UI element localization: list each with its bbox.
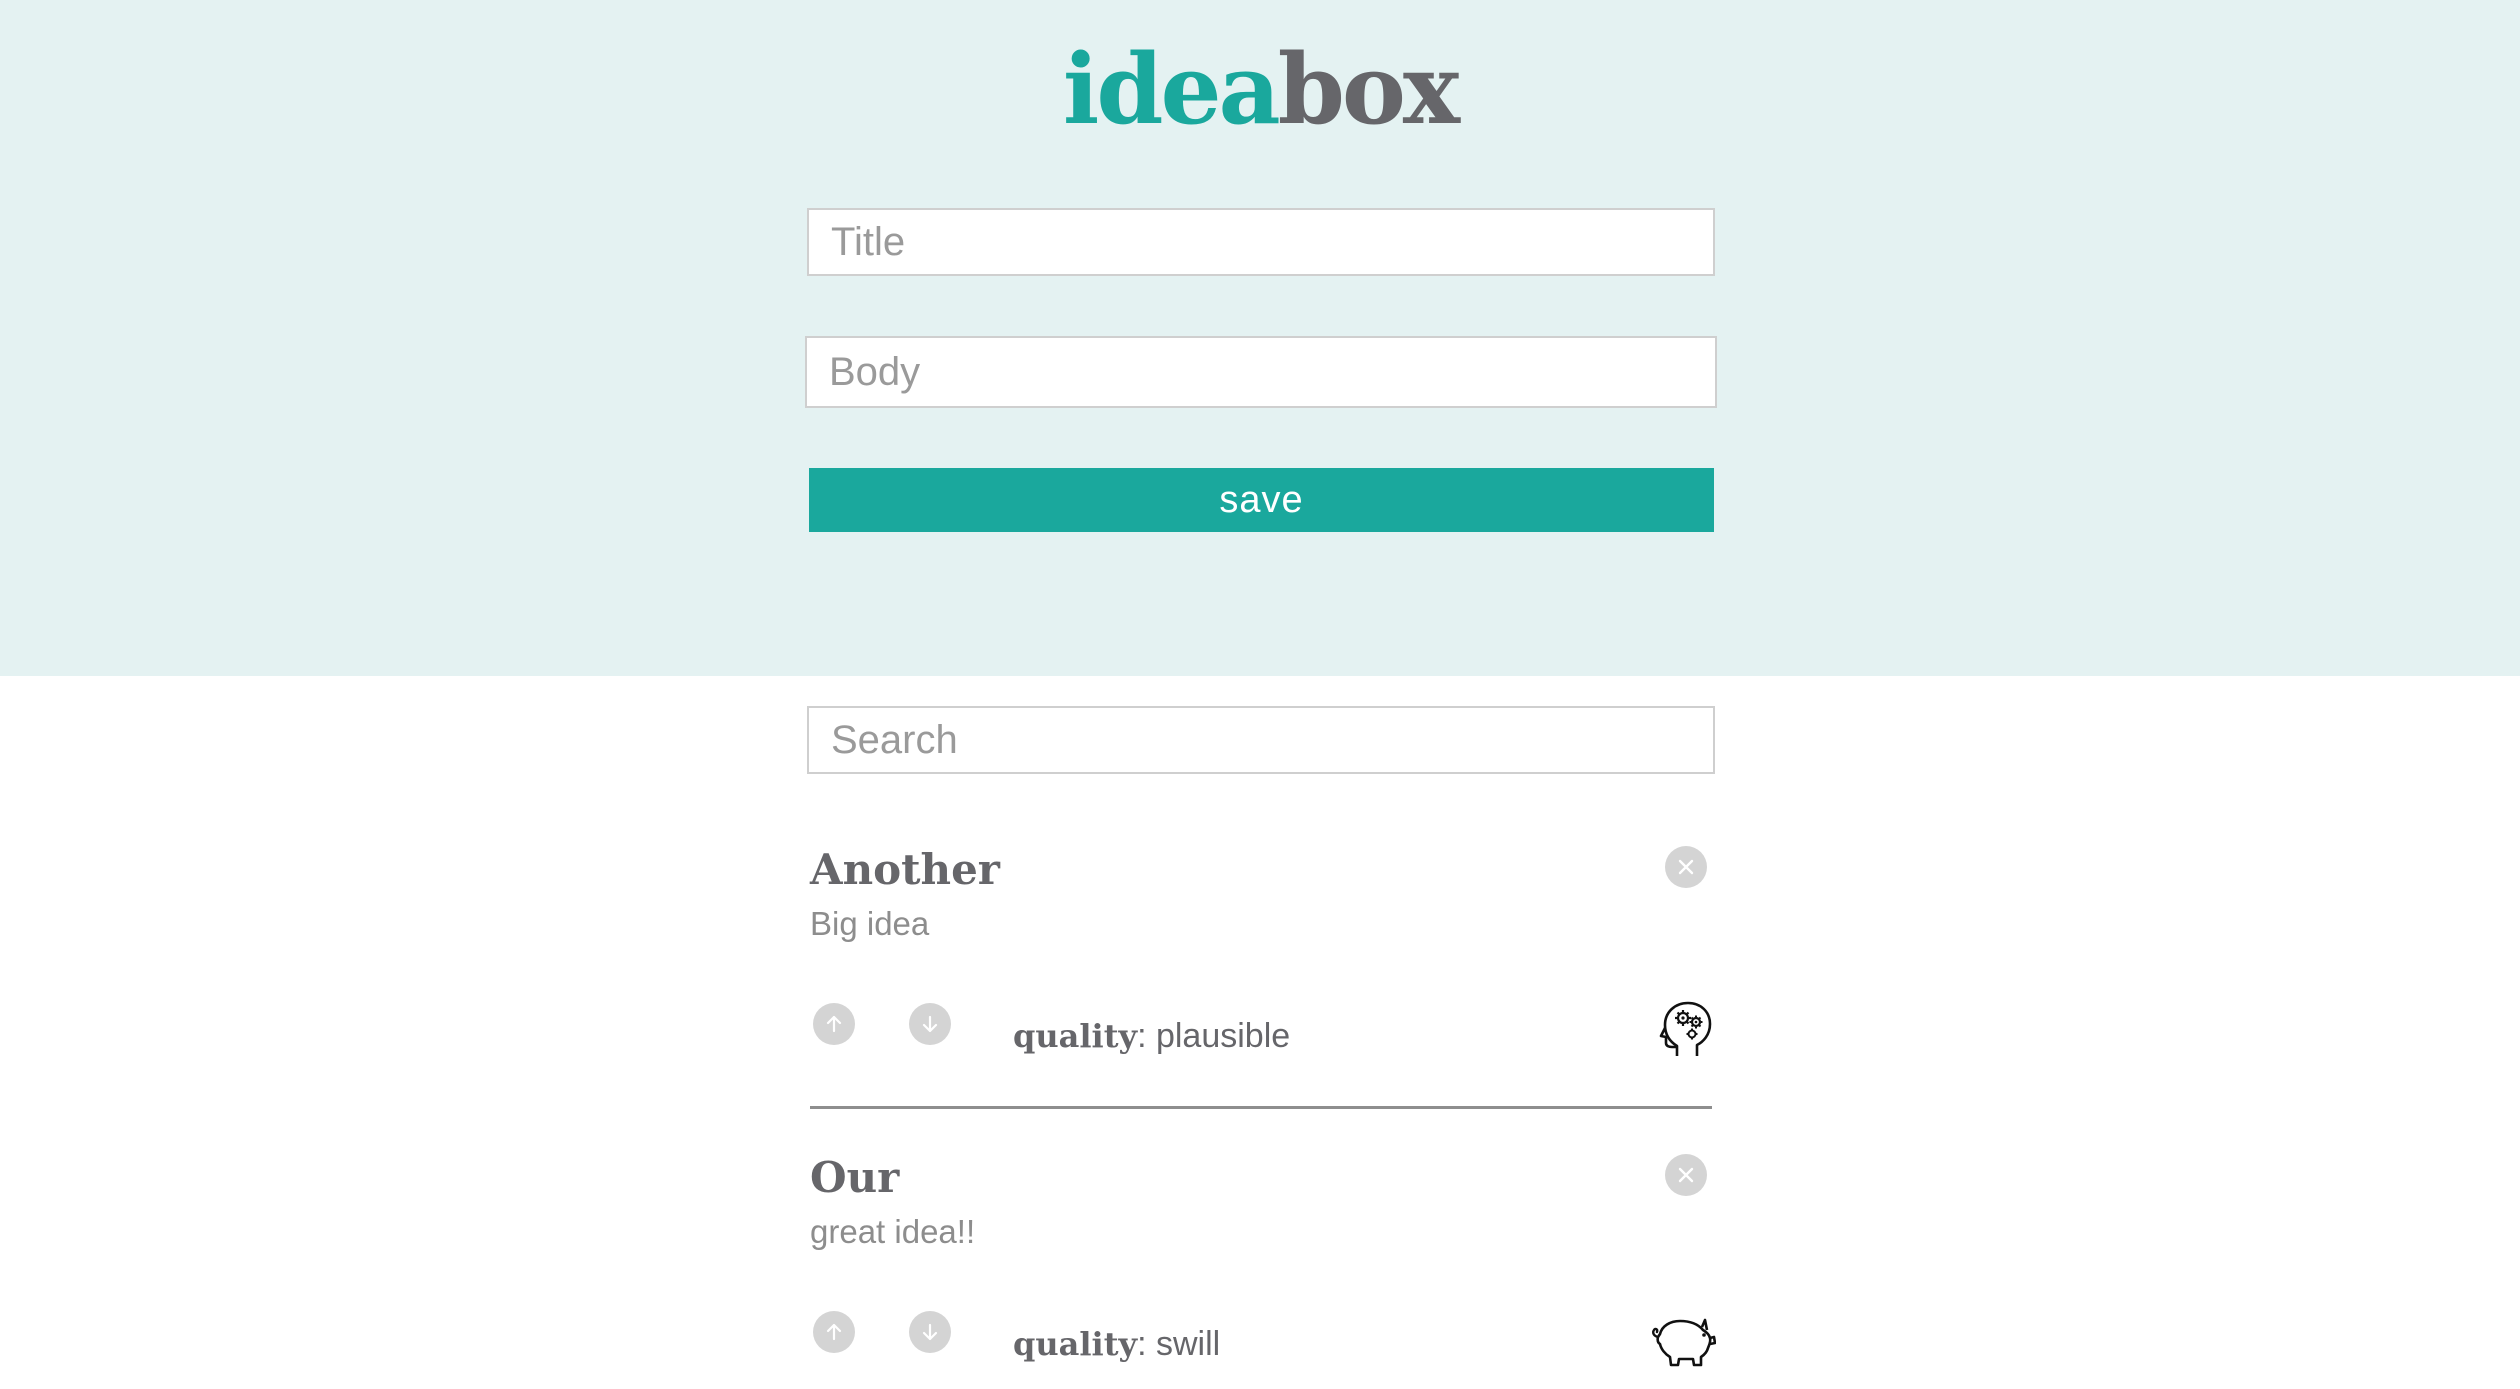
downvote-button[interactable]: [909, 1311, 951, 1353]
logo-idea-text: idea: [1062, 33, 1281, 146]
search-input-placeholder: Search: [831, 717, 958, 762]
header-section: ideabox Title Body save: [0, 0, 2520, 676]
upvote-button[interactable]: [813, 1003, 855, 1045]
app-logo: ideabox: [0, 30, 2520, 150]
quality-value: plausible: [1155, 1017, 1291, 1055]
close-icon: [1678, 1167, 1694, 1183]
pig-icon: [1652, 1318, 1716, 1367]
idea-title[interactable]: Our: [810, 1153, 899, 1203]
idea-divider: [810, 1106, 1712, 1109]
title-input-placeholder: Title: [831, 219, 906, 264]
upvote-button[interactable]: [813, 1311, 855, 1353]
idea-body[interactable]: Big idea: [810, 904, 929, 944]
save-button[interactable]: save: [809, 468, 1714, 532]
body-input[interactable]: Body: [805, 336, 1717, 408]
arrow-down-icon: [922, 1015, 938, 1033]
delete-button[interactable]: [1665, 1154, 1707, 1196]
idea-title[interactable]: Another: [810, 845, 1000, 895]
quality-text: quality: swill: [1013, 1325, 1221, 1363]
delete-button[interactable]: [1665, 846, 1707, 888]
quality-label: quality: [1013, 1017, 1138, 1055]
quality-value: swill: [1155, 1325, 1221, 1363]
arrow-down-icon: [922, 1323, 938, 1341]
title-input[interactable]: Title: [807, 208, 1715, 276]
arrow-up-icon: [826, 1323, 842, 1341]
arrow-up-icon: [826, 1015, 842, 1033]
thinking-head-gears-icon: [1659, 1001, 1712, 1056]
logo-box-text: box: [1277, 33, 1460, 146]
body-input-placeholder: Body: [829, 349, 921, 394]
downvote-button[interactable]: [909, 1003, 951, 1045]
quality-label: quality: [1013, 1325, 1138, 1363]
quality-text: quality: plausible: [1013, 1017, 1291, 1055]
idea-body[interactable]: great idea!!: [810, 1212, 975, 1252]
close-icon: [1678, 859, 1694, 875]
search-input[interactable]: Search: [807, 706, 1715, 774]
